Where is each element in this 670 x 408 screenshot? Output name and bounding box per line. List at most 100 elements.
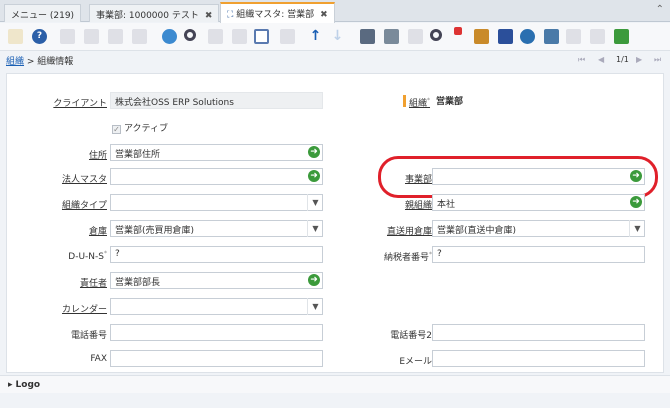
duns-value: ? — [115, 249, 120, 259]
address-go-icon[interactable]: ➜ — [308, 146, 320, 158]
client-label-text: クライアント — [53, 99, 107, 109]
address-value: 営業部住所 — [115, 150, 161, 160]
fax-field[interactable] — [110, 350, 323, 367]
tab-label: メニュー (219) — [11, 11, 75, 21]
required-mark: * — [104, 250, 107, 257]
legal-entity-label[interactable]: 法人マスタ — [62, 172, 107, 185]
workflow-icon[interactable] — [520, 29, 535, 44]
warehouse-select[interactable]: 営業部(売買用倉庫) — [110, 220, 323, 237]
tab-menu[interactable]: メニュー (219) — [4, 4, 82, 22]
drop-ship-warehouse-label[interactable]: 直送用倉庫 — [387, 224, 432, 237]
duns-field[interactable]: ? — [110, 246, 323, 263]
division-label-text: 事業部 — [404, 175, 432, 185]
print-icon[interactable] — [384, 29, 399, 44]
record-counter: 1/1 — [616, 55, 629, 64]
chat-icon[interactable] — [232, 29, 247, 44]
calendar-select[interactable] — [110, 298, 323, 315]
tax-id-label-text: 納税者番号 — [383, 253, 429, 263]
parent-org-label[interactable]: 親組織 — [405, 198, 432, 211]
archive-icon[interactable] — [474, 29, 489, 44]
close-window-icon[interactable] — [614, 29, 629, 44]
save-icon[interactable] — [108, 29, 123, 44]
next-record-icon[interactable]: ▶ — [636, 55, 642, 64]
tab-division[interactable]: 事業部: 1000000 テスト ✖ — [89, 4, 220, 22]
close-icon[interactable]: ✖ — [205, 11, 213, 21]
logo-section-header[interactable]: ▸ Logo — [0, 375, 670, 393]
address-label[interactable]: 住所 — [89, 148, 107, 161]
duns-label: D-U-N-S* — [68, 250, 107, 262]
org-type-select[interactable] — [110, 194, 323, 211]
breadcrumb-link-org[interactable]: 組織 — [6, 57, 24, 67]
chevron-down-icon[interactable]: ▼ — [629, 220, 645, 237]
client-field: 株式会社OSS ERP Solutions — [110, 92, 323, 109]
calendar-label-text: カレンダー — [61, 305, 107, 315]
tab-label: 事業部: 1000000 テスト — [96, 11, 199, 21]
window-tabs: メニュー (219) 事業部: 1000000 テスト ✖ ⛶ 組織マスタ: 営業… — [0, 0, 670, 23]
refresh-icon[interactable] — [162, 29, 177, 44]
parent-org-field[interactable]: 本社 — [432, 194, 645, 211]
tax-id-field[interactable]: ? — [432, 246, 645, 263]
fax-label-text: FAX — [90, 354, 107, 364]
attachment-icon[interactable] — [208, 29, 223, 44]
division-go-icon[interactable]: ➜ — [630, 170, 642, 182]
warehouse-label[interactable]: 倉庫 — [89, 224, 107, 237]
zoom-across-icon[interactable] — [454, 27, 462, 35]
supervisor-label-text: 責任者 — [79, 279, 107, 289]
email-label: Eメール — [399, 354, 432, 367]
previous-record-icon[interactable]: ◀ — [598, 55, 604, 64]
org-label[interactable]: 組織* — [409, 96, 430, 109]
history-icon[interactable] — [280, 29, 295, 44]
calendar-label[interactable]: カレンダー — [62, 302, 107, 315]
org-value: 営業部 — [436, 97, 464, 107]
supervisor-value: 営業部部長 — [115, 278, 161, 288]
address-field[interactable]: 営業部住所 — [110, 144, 323, 161]
checkbox-mark: ✓ — [112, 125, 121, 134]
report-icon[interactable] — [360, 29, 375, 44]
chevron-down-icon[interactable]: ▼ — [307, 194, 323, 211]
legal-entity-field[interactable] — [110, 168, 323, 185]
org-tree-icon: ⛶ — [227, 10, 234, 20]
last-record-icon[interactable]: ⏭ — [654, 55, 661, 65]
drop-ship-warehouse-label-text: 直送用倉庫 — [386, 227, 432, 237]
breadcrumb: 組織 > 組織情報 — [6, 54, 73, 67]
tab-org-master[interactable]: ⛶ 組織マスタ: 営業部 ✖ — [220, 2, 335, 23]
expand-icon: ▸ — [8, 380, 13, 390]
phone-field[interactable] — [110, 324, 323, 341]
chevron-down-icon[interactable]: ▼ — [307, 220, 323, 237]
detail-icon[interactable]: ↓ — [330, 29, 345, 44]
export-icon[interactable] — [430, 29, 442, 41]
copy-icon[interactable] — [84, 29, 99, 44]
customize-icon[interactable] — [590, 29, 605, 44]
supervisor-field[interactable]: 営業部部長 — [110, 272, 323, 289]
supervisor-label[interactable]: 責任者 — [80, 276, 107, 289]
grid-toggle-icon[interactable] — [254, 29, 269, 44]
division-label[interactable]: 事業部 — [405, 172, 432, 185]
email-field[interactable] — [432, 350, 645, 367]
drop-ship-warehouse-select[interactable]: 営業部(直送中倉庫) — [432, 220, 645, 237]
close-icon[interactable]: ✖ — [320, 10, 328, 20]
active-checkbox[interactable]: ✓ アクティブ — [112, 121, 168, 134]
first-record-icon[interactable]: ⏮ — [578, 55, 585, 65]
parent-org-label-text: 親組織 — [404, 201, 432, 211]
lock-icon[interactable] — [566, 29, 581, 44]
product-info-icon[interactable] — [544, 29, 559, 44]
find-icon[interactable] — [184, 29, 196, 41]
org-type-label[interactable]: 組織タイプ — [62, 198, 107, 211]
email-label-text: Eメール — [399, 357, 432, 367]
parent-icon[interactable]: ↑ — [308, 29, 323, 44]
supervisor-go-icon[interactable]: ➜ — [308, 274, 320, 286]
parent-org-go-icon[interactable]: ➜ — [630, 196, 642, 208]
save-new-icon[interactable] — [132, 29, 147, 44]
print-preview-icon[interactable] — [408, 29, 423, 44]
chevron-down-icon[interactable]: ▼ — [307, 298, 323, 315]
chevron-up-icon[interactable]: ⌃ — [656, 4, 664, 15]
help-icon[interactable]: ? — [32, 29, 47, 44]
undo-icon[interactable] — [8, 29, 23, 44]
breadcrumb-separator: > — [24, 57, 38, 67]
client-label[interactable]: クライアント — [53, 96, 107, 109]
division-field[interactable] — [432, 168, 645, 185]
legal-entity-go-icon[interactable]: ➜ — [308, 170, 320, 182]
requests-icon[interactable] — [498, 29, 513, 44]
new-icon[interactable] — [60, 29, 75, 44]
phone2-field[interactable] — [432, 324, 645, 341]
